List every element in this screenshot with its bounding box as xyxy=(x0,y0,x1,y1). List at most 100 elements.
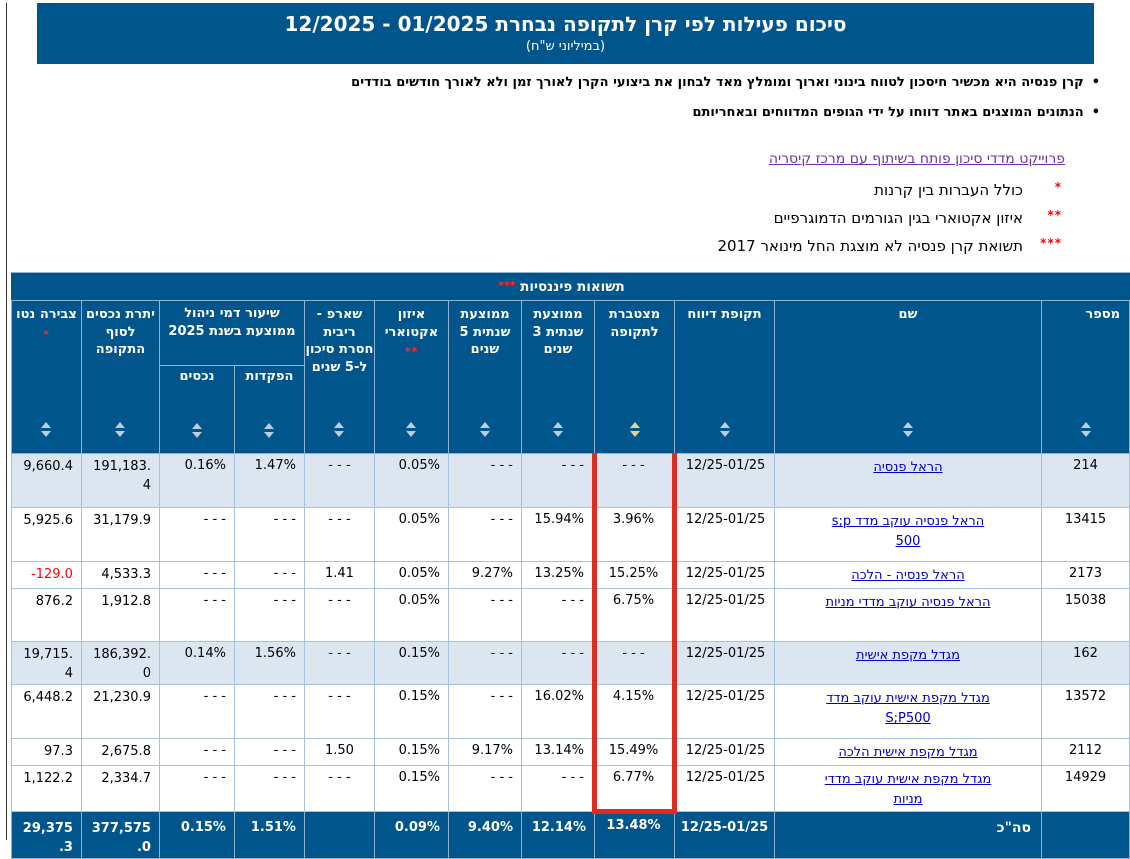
table-row: 13415 הראל פנסיה עוקב מדד s;p 500 12/25-… xyxy=(10,507,1130,563)
cumulative-return-cell: - - - xyxy=(592,453,677,509)
risk-project-link[interactable]: פרוייקט מדדי סיכון פותח בשיתוף עם מרכז ק… xyxy=(769,151,1065,167)
sort-arrows-icon[interactable] xyxy=(719,422,730,438)
actuarial-cell: 0.15% xyxy=(373,737,449,766)
avg-5y-cell: 9.17% xyxy=(447,737,523,766)
report-period-cell: 12/25-01/25 xyxy=(674,764,775,813)
totals-cumulative: 13.48% xyxy=(594,811,675,859)
footnote: ** איזון אקטוארי בגין הגורמים הדמוגרפיים xyxy=(0,208,1062,228)
fund-name-link[interactable]: מגדל מקפת אישית xyxy=(856,646,960,666)
table-row: 15038 הראל פנסיה עוקב מדדי מניות 12/25-0… xyxy=(10,588,1130,643)
sort-arrows-icon[interactable] xyxy=(191,423,202,439)
fee-assets-cell: - - - xyxy=(158,764,235,813)
report-period-cell: 12/25-01/25 xyxy=(674,641,775,685)
fund-name-cell: הראל פנסיה - הלכה xyxy=(774,561,1042,590)
fund-name-cell: מגדל מקפת אישית הלכה xyxy=(774,737,1042,766)
assets-balance-cell: 2,675.8 xyxy=(80,737,160,766)
sort-arrows-icon[interactable] xyxy=(903,422,913,438)
fee-deposits-cell: - - - xyxy=(233,507,305,563)
sharpe-cell: - - - xyxy=(303,641,375,685)
group-spacer xyxy=(304,272,375,302)
fund-name-link[interactable]: מגדל מקפת אישית הלכה xyxy=(838,743,977,763)
avg-5y-cell: - - - xyxy=(447,641,523,685)
sort-arrows-icon[interactable] xyxy=(406,422,417,438)
fund-number: 15038 xyxy=(1041,588,1130,643)
sharpe-cell: - - - xyxy=(303,507,375,563)
net-accumulation-cell: 6,448.2 xyxy=(10,683,82,739)
sharpe-cell: - - - xyxy=(303,683,375,739)
fund-name-link[interactable]: מגדל מקפת אישית עוקב מדד S;P500 xyxy=(823,689,993,729)
group-spacer xyxy=(1041,272,1130,302)
fee-assets-cell: 0.16% xyxy=(158,453,235,509)
net-accumulation-cell: -129.0 xyxy=(10,561,82,590)
fee-assets-cell: 0.14% xyxy=(158,641,235,685)
fund-name-link[interactable]: הראל פנסיה עוקב מדד s;p 500 xyxy=(823,512,993,552)
totals-period: 12/25-01/25 xyxy=(674,811,775,859)
fund-name-cell: הראל פנסיה עוקב מדדי מניות xyxy=(774,588,1042,643)
funds-table: תשואות פיננסיות *** מספר שם תקופת דיווח … xyxy=(10,272,1130,859)
fee-assets-cell: - - - xyxy=(158,561,235,590)
actuarial-cell: 0.15% xyxy=(373,641,449,685)
avg-3y-cell: 16.02% xyxy=(521,683,595,739)
column-header-name: שם xyxy=(774,300,1042,455)
fee-assets-cell: - - - xyxy=(158,737,235,766)
bullet-icon: • xyxy=(1091,75,1100,90)
fee-deposits-cell: 1.56% xyxy=(233,641,305,685)
fee-deposits-cell: - - - xyxy=(233,683,305,739)
totals-fee-assets: 0.15% xyxy=(158,811,235,859)
sort-arrows-icon[interactable] xyxy=(553,422,563,438)
fund-name-link[interactable]: מגדל מקפת אישית עוקב מדדי מניות xyxy=(823,770,993,810)
fee-assets-cell: - - - xyxy=(158,507,235,563)
footnote-text: תשואת קרן פנסיה לא מוצגת החל מינואר 2017 xyxy=(717,237,1024,256)
assets-balance-cell: 1,912.8 xyxy=(80,588,160,643)
fee-deposits-cell: - - - xyxy=(233,561,305,590)
totals-avg-5y: 9.40% xyxy=(447,811,523,859)
avg-3y-cell: - - - xyxy=(521,453,595,509)
net-accumulation-cell: 1,122.2 xyxy=(10,764,82,813)
notes-bullets: • קרן פנסיה היא מכשיר חיסכון לטווח בינונ… xyxy=(0,75,1100,120)
avg-5y-cell: 9.27% xyxy=(447,561,523,590)
sort-arrows-icon[interactable] xyxy=(264,423,275,439)
net-accumulation-cell: 5,925.6 xyxy=(10,507,82,563)
sort-arrows-icon[interactable] xyxy=(629,422,640,438)
cumulative-return-cell: 15.25% xyxy=(592,561,677,590)
bullet-note: • הנתונים המוצגים באתר דווחו על ידי הגופ… xyxy=(0,104,1101,121)
footnote-text: כולל העברות בין קרנות xyxy=(874,181,1023,200)
sort-arrows-icon[interactable] xyxy=(41,422,52,438)
avg-3y-cell: 15.94% xyxy=(521,507,595,563)
footnote-text: איזון אקטוארי בגין הגורמים הדמוגרפיים xyxy=(773,209,1023,228)
table-row: 162 מגדל מקפת אישית 12/25-01/25 - - - - … xyxy=(10,641,1130,685)
footnotes: * כולל העברות בין קרנות ** איזון אקטוארי… xyxy=(0,180,1062,256)
fund-name-cell: מגדל מקפת אישית עוקב מדד S;P500 xyxy=(774,683,1042,739)
avg-3y-cell: - - - xyxy=(521,588,595,643)
sort-arrows-icon[interactable] xyxy=(1080,422,1091,438)
fund-name-link[interactable]: הראל פנסיה עוקב מדדי מניות xyxy=(826,593,991,613)
fund-name-link[interactable]: הראל פנסיה - הלכה xyxy=(851,566,964,586)
actuarial-cell: 0.05% xyxy=(373,588,449,643)
table-row: 13572 מגדל מקפת אישית עוקב מדד S;P500 12… xyxy=(10,683,1130,739)
footnote-marker: * xyxy=(43,327,50,341)
sharpe-cell: - - - xyxy=(303,453,375,509)
footnote: * כולל העברות בין קרנות xyxy=(0,180,1062,200)
group-spacer xyxy=(774,272,1042,302)
column-header-row: מספר שם תקופת דיווח מצטברת לתקופה ממוצעת… xyxy=(10,300,1130,455)
report-period-cell: 12/25-01/25 xyxy=(674,683,775,739)
sort-arrows-icon[interactable] xyxy=(479,422,490,438)
totals-label: סה"כ xyxy=(774,811,1042,859)
bullet-icon: • xyxy=(1091,104,1100,120)
sort-arrows-icon[interactable] xyxy=(334,422,345,438)
fund-number: 2173 xyxy=(1041,561,1130,590)
totals-sharpe-empty xyxy=(303,811,375,859)
fee-assets-cell: - - - xyxy=(158,588,235,643)
fund-name-link[interactable]: הראל פנסיה xyxy=(873,458,942,478)
avg-3y-cell: - - - xyxy=(521,641,595,685)
column-header-net-accumulation: צבירה נטו * xyxy=(10,300,82,455)
assets-balance-cell: 31,179.9 xyxy=(80,507,160,563)
footnote-marker: *** xyxy=(1040,236,1062,251)
avg-5y-cell: - - - xyxy=(447,507,523,563)
net-accumulation-cell: 9,660.4 xyxy=(10,453,82,509)
bullet-note: • קרן פנסיה היא מכשיר חיסכון לטווח בינונ… xyxy=(0,75,1100,91)
report-period-cell: 12/25-01/25 xyxy=(674,453,775,509)
column-header-avg-3y: ממוצעת שנתית 3 שנים xyxy=(521,300,595,455)
sharpe-cell: 1.50 xyxy=(303,737,375,766)
sort-arrows-icon[interactable] xyxy=(115,422,126,438)
